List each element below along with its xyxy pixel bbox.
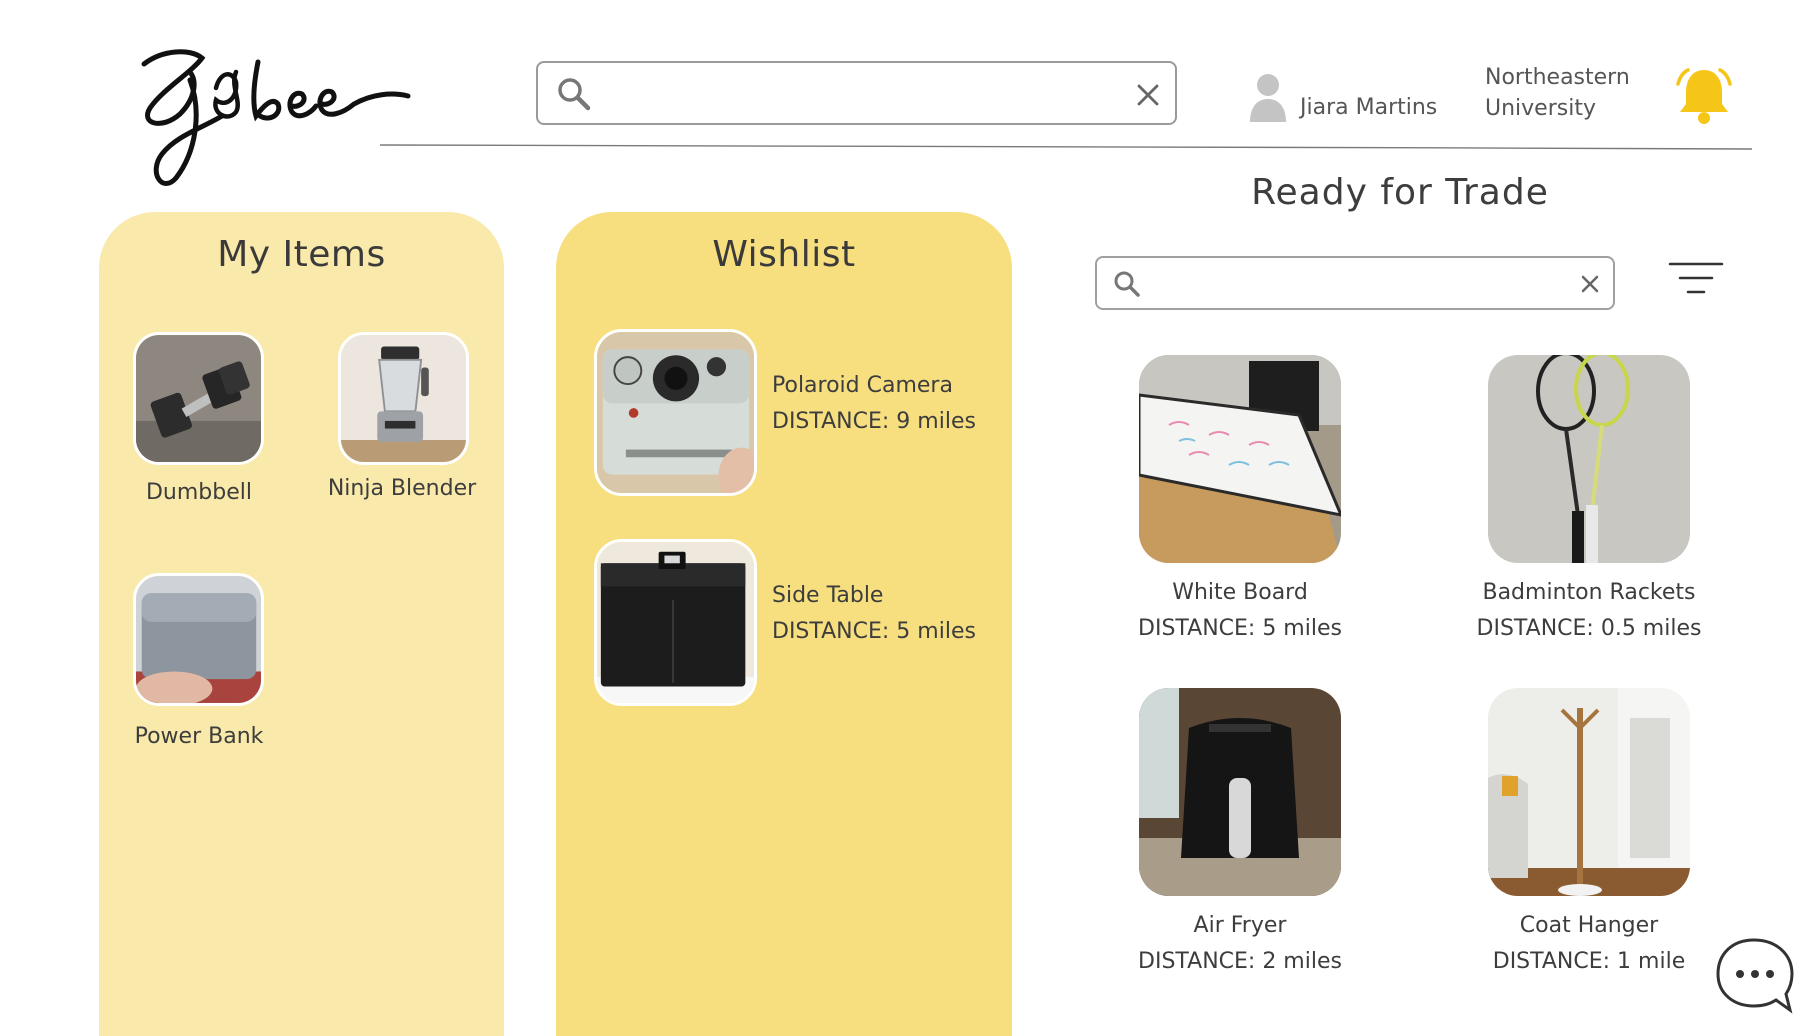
dumbbell-photo [136, 335, 261, 462]
gigbee-logo[interactable] [132, 42, 412, 192]
polaroid-photo [597, 332, 754, 493]
my-item-powerbank-image[interactable] [133, 573, 264, 706]
bell-icon[interactable] [1672, 64, 1736, 128]
trade-card-white-board[interactable]: White Board DISTANCE: 5 miles [1080, 355, 1400, 647]
search-icon [558, 78, 591, 111]
header-divider [380, 144, 1752, 150]
main-search-bar[interactable] [536, 61, 1177, 125]
my-item-label: Dumbbell [145, 480, 252, 505]
user-profile[interactable]: Jiara Martins [1248, 70, 1437, 126]
user-name: Jiara Martins [1300, 94, 1438, 120]
trade-search-input[interactable] [1153, 267, 1543, 301]
trade-section-title: Ready for Trade [1251, 172, 1549, 213]
trade-item-name: Badminton Rackets [1482, 580, 1696, 605]
powerbank-photo [136, 576, 261, 703]
trade-item-image[interactable] [1488, 688, 1690, 896]
trade-item-name: White Board [1172, 580, 1308, 605]
logo-signature [141, 49, 411, 186]
trade-search-bar[interactable] [1095, 256, 1615, 310]
blender-photo [341, 335, 466, 462]
trade-item-distance: DISTANCE: 5 miles [1138, 616, 1342, 641]
wishlist-polaroid-image[interactable] [594, 329, 757, 496]
badminton-rackets-photo [1488, 355, 1690, 563]
wishlist-item-text: Polaroid Camera DISTANCE: 9 miles [772, 368, 976, 440]
trade-item-image[interactable] [1139, 355, 1341, 563]
coat-hanger-photo [1488, 688, 1690, 896]
wishlist-item-distance: DISTANCE: 5 miles [772, 619, 976, 644]
trade-card-badminton-rackets[interactable]: Badminton Rackets DISTANCE: 0.5 miles [1429, 355, 1749, 647]
trade-item-distance: DISTANCE: 2 miles [1138, 949, 1342, 974]
trade-card-air-fryer[interactable]: Air Fryer DISTANCE: 2 miles [1080, 688, 1400, 980]
close-icon[interactable] [1579, 273, 1601, 295]
wishlist-item-distance: DISTANCE: 9 miles [772, 409, 976, 434]
wishlist-title: Wishlist [712, 234, 856, 275]
my-item-label: Ninja Blender [327, 476, 477, 501]
wishlist-side-table-image[interactable] [594, 539, 757, 706]
search-icon [1114, 271, 1140, 297]
main-search-input[interactable] [608, 73, 1078, 113]
university-name: Northeastern University [1485, 65, 1630, 121]
trade-item-distance: DISTANCE: 0.5 miles [1476, 616, 1702, 641]
wishlist-item-name: Polaroid Camera [772, 373, 953, 398]
trade-item-image[interactable] [1488, 355, 1690, 563]
trade-card-coat-hanger[interactable]: Coat Hanger DISTANCE: 1 mile [1429, 688, 1749, 980]
my-items-title: My Items [217, 234, 386, 275]
side-table-photo [597, 542, 754, 703]
close-icon[interactable] [1135, 82, 1161, 108]
chat-bubble-icon[interactable] [1712, 934, 1796, 1018]
user-avatar-icon [1250, 74, 1286, 122]
air-fryer-photo [1139, 688, 1341, 896]
trade-item-distance: DISTANCE: 1 mile [1492, 949, 1686, 974]
my-item-label: Power Bank [134, 724, 264, 749]
trade-item-name: Coat Hanger [1519, 913, 1659, 938]
trade-item-name: Air Fryer [1193, 913, 1287, 938]
white-board-photo [1139, 355, 1341, 563]
wishlist-item-text: Side Table DISTANCE: 5 miles [772, 578, 976, 650]
my-item-blender-image[interactable] [338, 332, 469, 465]
my-item-dumbbell-image[interactable] [133, 332, 264, 465]
filter-icon[interactable] [1668, 258, 1724, 298]
trade-item-image[interactable] [1139, 688, 1341, 896]
wishlist-item-name: Side Table [772, 583, 884, 608]
